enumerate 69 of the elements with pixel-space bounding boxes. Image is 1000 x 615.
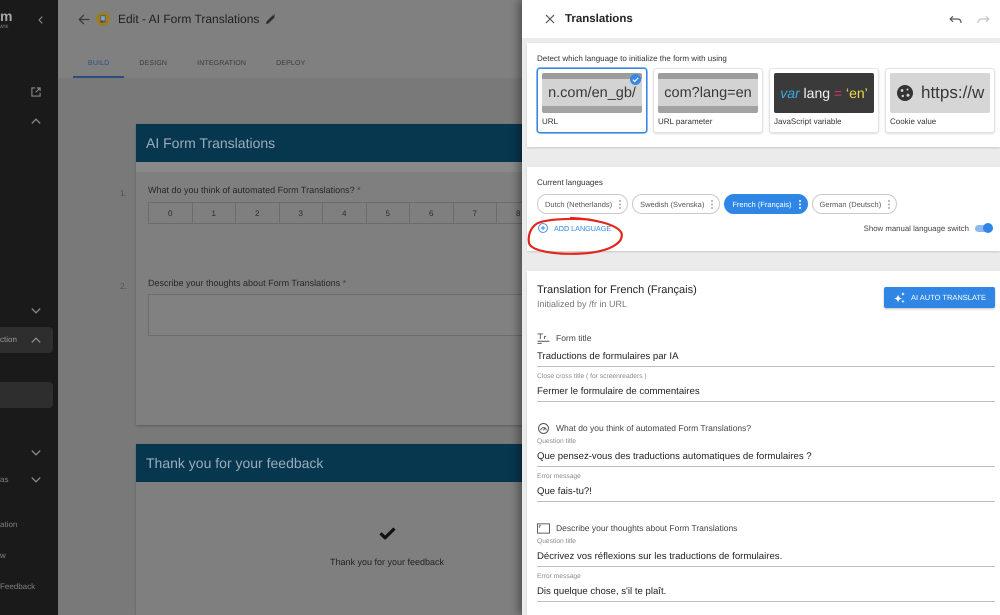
textarea-field[interactable] [148, 294, 522, 336]
text-field[interactable]: Décrivez vos réflexions sur les traductions de formulaires. [537, 548, 995, 567]
group-label: What do you think of automated Form Translations? [556, 423, 752, 433]
chevron-up-icon[interactable] [31, 337, 41, 343]
chevron-up-icon[interactable] [31, 118, 41, 124]
sidebar-item[interactable]: Feedback [0, 574, 53, 600]
detection-option[interactable]: https://w Cookie value [885, 68, 995, 133]
toggle-switch[interactable] [975, 223, 993, 233]
scale-option[interactable]: 0 [148, 202, 192, 224]
detection-option[interactable]: n.com/en_gb/ URL [537, 68, 647, 133]
chevron-down-icon[interactable] [31, 477, 41, 483]
section-label: Detect which language to initialize the form with using [537, 54, 728, 64]
scale-option[interactable]: 5 [366, 202, 410, 224]
scale-option[interactable]: 2 [235, 202, 280, 224]
detection-option[interactable]: com?lang=en URL parameter [653, 68, 763, 133]
section-label: Current languages [537, 178, 604, 188]
pencil-icon[interactable] [266, 14, 276, 24]
text-field[interactable]: Que pensez-vous des traductions automatiques de formulaires ? [537, 448, 995, 467]
group-label: Form title [556, 333, 592, 343]
sidebar-item[interactable]: w [0, 543, 53, 569]
undo-icon[interactable] [949, 14, 962, 24]
close-icon[interactable] [545, 14, 555, 24]
sparkle-icon [894, 292, 905, 303]
sidebar-item[interactable]: ction [0, 327, 53, 353]
cookie-icon [897, 85, 913, 101]
question-text: What do you think of automated Form Translations? * [148, 184, 362, 196]
form-icon [96, 12, 110, 26]
detection-option[interactable]: var lang = ‘en’ JavaScript variable [769, 68, 879, 133]
translation-subtitle: Initialized by /fr in URL [537, 298, 628, 310]
gauge-icon [537, 422, 550, 434]
check-badge-icon [630, 74, 641, 85]
scale-option[interactable]: 3 [278, 202, 323, 224]
thank-you-message: Thank you for your feedback [330, 556, 444, 568]
code-snippet: var lang = ‘en’ [780, 85, 868, 101]
kebab-menu-icon[interactable] [798, 200, 801, 208]
chevron-down-icon[interactable] [31, 308, 41, 314]
external-link-icon[interactable] [31, 87, 41, 97]
sidebar-item[interactable]: as [0, 467, 53, 493]
page-title: Edit - AI Form Translations [118, 12, 260, 26]
text-field[interactable]: Que fais-tu?! [537, 483, 995, 502]
scale-option[interactable]: 6 [409, 202, 454, 224]
scale-option[interactable]: 4 [322, 202, 366, 224]
text-field[interactable]: Fermer le formulaire de commentaires [537, 383, 995, 402]
scale-option[interactable]: 1 [192, 202, 236, 224]
chevron-left-icon[interactable] [38, 16, 43, 24]
checkmark-icon [378, 527, 396, 540]
plus-circle-icon [538, 223, 548, 233]
preview-text: https://w [921, 83, 984, 103]
kebab-menu-icon[interactable] [888, 200, 890, 208]
kebab-menu-icon[interactable] [711, 200, 714, 208]
text-field[interactable]: Traductions de formulaires par IA [537, 348, 995, 367]
preview-text: com?lang=en [664, 84, 752, 100]
logo-text: m [0, 10, 12, 23]
back-arrow-icon[interactable] [78, 14, 90, 24]
group-label: Describe your thoughts about Form Translations [556, 523, 738, 533]
text-style-icon [537, 332, 550, 344]
preview-text: n.com/en_gb/ [548, 84, 636, 100]
text-field[interactable]: Dis quelque chose, s'il te plaît. [537, 583, 995, 602]
form-page-title: AI Form Translations [136, 124, 522, 162]
chevron-down-icon[interactable] [31, 450, 41, 456]
question-text: Describe your thoughts about Form Translations * [148, 277, 348, 289]
form-page-title: Thank you for your feedback [136, 444, 522, 482]
text-box-icon [537, 522, 550, 534]
kebab-menu-icon[interactable] [619, 200, 622, 208]
sidebar-item[interactable]: ation [0, 512, 53, 538]
scale-option[interactable]: 7 [452, 202, 497, 224]
panel-title: Translations [565, 13, 633, 25]
translation-title: Translation for French (Français) [537, 283, 697, 298]
scale-option[interactable]: 8 [496, 202, 522, 224]
